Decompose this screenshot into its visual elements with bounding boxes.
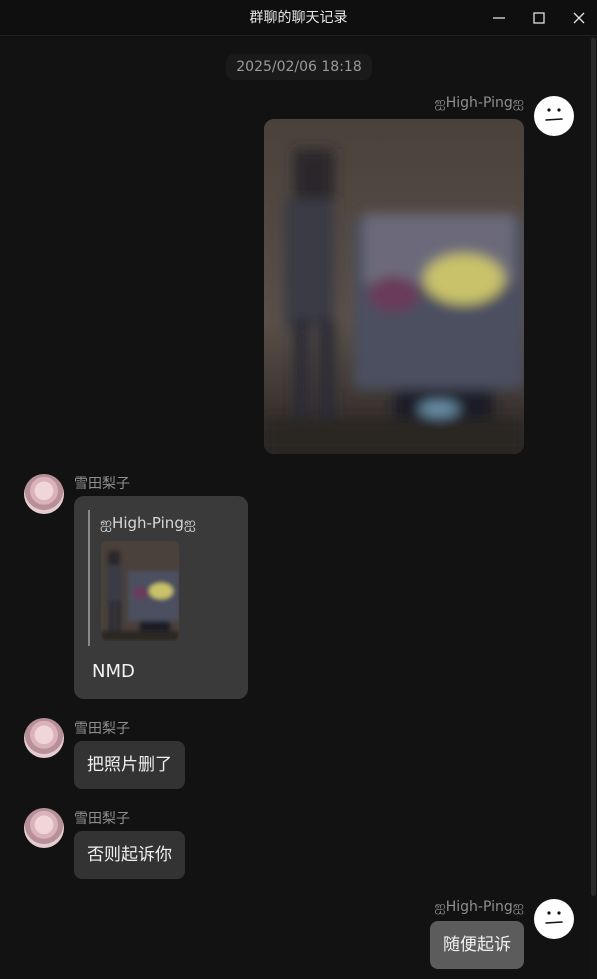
maximize-icon [533, 12, 545, 24]
quote-reply-bubble[interactable]: ஐHigh-Pingஐ NMD [74, 496, 248, 699]
quote-divider [88, 510, 90, 646]
avatar[interactable] [534, 96, 574, 136]
sender-name: 雪田梨子 [74, 721, 130, 737]
message-bubble[interactable]: 否则起诉你 [74, 831, 185, 879]
quoted-photo-thumbnail[interactable] [101, 541, 179, 641]
photo-thumbnail-image [101, 541, 179, 641]
minimize-icon [493, 17, 505, 19]
sender-name: ஐHigh-Pingஐ [434, 95, 525, 111]
avatar[interactable] [534, 899, 574, 939]
title-bar: 群聊的聊天记录 [0, 0, 597, 36]
sender-name: ஐHigh-Pingஐ [434, 899, 525, 915]
neutral-face-icon [534, 96, 574, 136]
avatar[interactable] [24, 808, 64, 848]
quoted-sender-name: ஐHigh-Pingஐ [100, 514, 196, 532]
message-text: 随便起诉 [443, 935, 511, 955]
minimize-button[interactable] [479, 0, 519, 36]
photo-image [264, 119, 524, 454]
message-text: NMD [92, 661, 135, 682]
close-button[interactable] [559, 0, 597, 36]
scrollbar-thumb[interactable] [591, 38, 596, 896]
neutral-face-icon [534, 899, 574, 939]
maximize-button[interactable] [519, 0, 559, 36]
sender-name: 雪田梨子 [74, 476, 130, 492]
scrollbar-track[interactable] [589, 36, 597, 979]
sender-name: 雪田梨子 [74, 811, 130, 827]
close-icon [573, 12, 585, 24]
avatar[interactable] [24, 718, 64, 758]
message-text: 把照片删了 [87, 755, 172, 775]
message-text: 否则起诉你 [87, 845, 172, 865]
message-bubble[interactable]: 随便起诉 [430, 921, 524, 969]
message-bubble[interactable]: 把照片删了 [74, 741, 185, 789]
avatar[interactable] [24, 474, 64, 514]
shared-photo[interactable] [264, 119, 524, 454]
timestamp-label: 2025/02/06 18:18 [226, 54, 372, 80]
